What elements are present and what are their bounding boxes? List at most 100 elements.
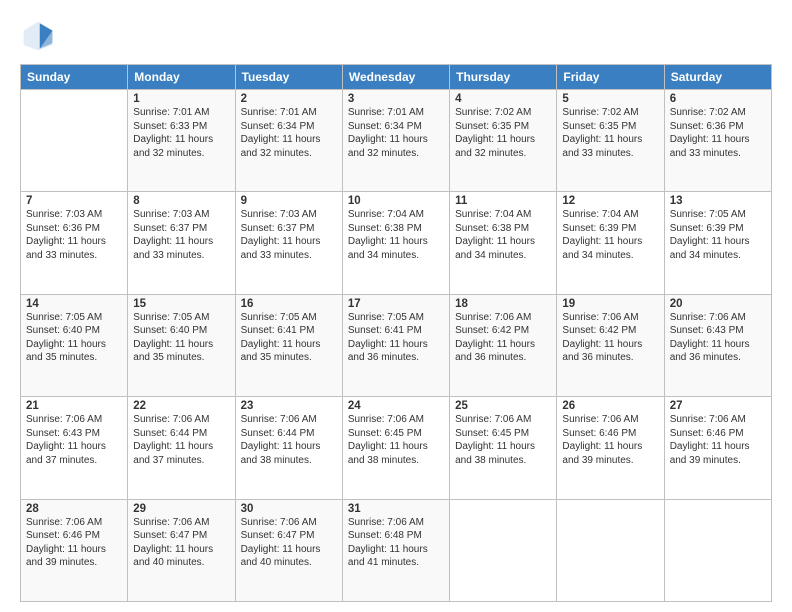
- day-number: 21: [26, 400, 122, 412]
- day-number: 17: [348, 298, 444, 310]
- calendar-day-cell: 14Sunrise: 7:05 AM Sunset: 6:40 PM Dayli…: [21, 294, 128, 396]
- day-info: Sunrise: 7:06 AM Sunset: 6:42 PM Dayligh…: [455, 311, 551, 365]
- day-number: 24: [348, 400, 444, 412]
- calendar-header-row: SundayMondayTuesdayWednesdayThursdayFrid…: [21, 65, 772, 90]
- calendar-day-header: Friday: [557, 65, 664, 90]
- calendar-day-header: Wednesday: [342, 65, 449, 90]
- day-number: 22: [133, 400, 229, 412]
- header: [20, 18, 772, 54]
- day-number: 30: [241, 503, 337, 515]
- day-info: Sunrise: 7:04 AM Sunset: 6:39 PM Dayligh…: [562, 208, 658, 262]
- day-info: Sunrise: 7:05 AM Sunset: 6:40 PM Dayligh…: [133, 311, 229, 365]
- day-number: 27: [670, 400, 766, 412]
- calendar-day-header: Sunday: [21, 65, 128, 90]
- calendar-day-cell: 17Sunrise: 7:05 AM Sunset: 6:41 PM Dayli…: [342, 294, 449, 396]
- calendar-day-cell: 28Sunrise: 7:06 AM Sunset: 6:46 PM Dayli…: [21, 499, 128, 601]
- day-info: Sunrise: 7:06 AM Sunset: 6:48 PM Dayligh…: [348, 516, 444, 570]
- day-number: 29: [133, 503, 229, 515]
- calendar-day-cell: 12Sunrise: 7:04 AM Sunset: 6:39 PM Dayli…: [557, 192, 664, 294]
- calendar-day-cell: 13Sunrise: 7:05 AM Sunset: 6:39 PM Dayli…: [664, 192, 771, 294]
- calendar-day-cell: 21Sunrise: 7:06 AM Sunset: 6:43 PM Dayli…: [21, 397, 128, 499]
- calendar-day-cell: 6Sunrise: 7:02 AM Sunset: 6:36 PM Daylig…: [664, 90, 771, 192]
- day-info: Sunrise: 7:04 AM Sunset: 6:38 PM Dayligh…: [455, 208, 551, 262]
- calendar-day-cell: 5Sunrise: 7:02 AM Sunset: 6:35 PM Daylig…: [557, 90, 664, 192]
- day-info: Sunrise: 7:05 AM Sunset: 6:39 PM Dayligh…: [670, 208, 766, 262]
- calendar-week-row: 14Sunrise: 7:05 AM Sunset: 6:40 PM Dayli…: [21, 294, 772, 396]
- day-number: 9: [241, 195, 337, 207]
- day-info: Sunrise: 7:05 AM Sunset: 6:41 PM Dayligh…: [348, 311, 444, 365]
- day-number: 15: [133, 298, 229, 310]
- day-info: Sunrise: 7:06 AM Sunset: 6:47 PM Dayligh…: [133, 516, 229, 570]
- calendar-day-cell: 9Sunrise: 7:03 AM Sunset: 6:37 PM Daylig…: [235, 192, 342, 294]
- day-number: 25: [455, 400, 551, 412]
- calendar-day-cell: 10Sunrise: 7:04 AM Sunset: 6:38 PM Dayli…: [342, 192, 449, 294]
- day-number: 11: [455, 195, 551, 207]
- calendar-day-header: Monday: [128, 65, 235, 90]
- day-info: Sunrise: 7:02 AM Sunset: 6:35 PM Dayligh…: [562, 106, 658, 160]
- day-info: Sunrise: 7:03 AM Sunset: 6:37 PM Dayligh…: [241, 208, 337, 262]
- calendar-day-cell: 26Sunrise: 7:06 AM Sunset: 6:46 PM Dayli…: [557, 397, 664, 499]
- day-number: 31: [348, 503, 444, 515]
- day-number: 2: [241, 93, 337, 105]
- calendar-day-cell: 1Sunrise: 7:01 AM Sunset: 6:33 PM Daylig…: [128, 90, 235, 192]
- day-info: Sunrise: 7:02 AM Sunset: 6:35 PM Dayligh…: [455, 106, 551, 160]
- day-info: Sunrise: 7:06 AM Sunset: 6:43 PM Dayligh…: [26, 413, 122, 467]
- calendar-day-cell: 7Sunrise: 7:03 AM Sunset: 6:36 PM Daylig…: [21, 192, 128, 294]
- day-info: Sunrise: 7:06 AM Sunset: 6:47 PM Dayligh…: [241, 516, 337, 570]
- day-number: 6: [670, 93, 766, 105]
- calendar-day-header: Saturday: [664, 65, 771, 90]
- calendar-day-cell: 15Sunrise: 7:05 AM Sunset: 6:40 PM Dayli…: [128, 294, 235, 396]
- day-info: Sunrise: 7:05 AM Sunset: 6:40 PM Dayligh…: [26, 311, 122, 365]
- calendar-day-cell: 2Sunrise: 7:01 AM Sunset: 6:34 PM Daylig…: [235, 90, 342, 192]
- day-info: Sunrise: 7:06 AM Sunset: 6:44 PM Dayligh…: [133, 413, 229, 467]
- calendar-day-cell: 4Sunrise: 7:02 AM Sunset: 6:35 PM Daylig…: [450, 90, 557, 192]
- day-number: 23: [241, 400, 337, 412]
- day-number: 5: [562, 93, 658, 105]
- day-info: Sunrise: 7:06 AM Sunset: 6:45 PM Dayligh…: [348, 413, 444, 467]
- calendar-day-cell: 11Sunrise: 7:04 AM Sunset: 6:38 PM Dayli…: [450, 192, 557, 294]
- calendar-week-row: 7Sunrise: 7:03 AM Sunset: 6:36 PM Daylig…: [21, 192, 772, 294]
- day-number: 7: [26, 195, 122, 207]
- calendar-day-cell: 27Sunrise: 7:06 AM Sunset: 6:46 PM Dayli…: [664, 397, 771, 499]
- day-number: 12: [562, 195, 658, 207]
- day-info: Sunrise: 7:06 AM Sunset: 6:46 PM Dayligh…: [670, 413, 766, 467]
- day-number: 1: [133, 93, 229, 105]
- day-info: Sunrise: 7:01 AM Sunset: 6:34 PM Dayligh…: [241, 106, 337, 160]
- day-info: Sunrise: 7:04 AM Sunset: 6:38 PM Dayligh…: [348, 208, 444, 262]
- logo-icon: [20, 18, 56, 54]
- day-info: Sunrise: 7:06 AM Sunset: 6:46 PM Dayligh…: [26, 516, 122, 570]
- calendar-day-cell: 20Sunrise: 7:06 AM Sunset: 6:43 PM Dayli…: [664, 294, 771, 396]
- calendar-day-cell: 8Sunrise: 7:03 AM Sunset: 6:37 PM Daylig…: [128, 192, 235, 294]
- calendar-table: SundayMondayTuesdayWednesdayThursdayFrid…: [20, 64, 772, 602]
- calendar-day-cell: [450, 499, 557, 601]
- day-info: Sunrise: 7:05 AM Sunset: 6:41 PM Dayligh…: [241, 311, 337, 365]
- day-number: 13: [670, 195, 766, 207]
- day-number: 19: [562, 298, 658, 310]
- day-number: 16: [241, 298, 337, 310]
- page: SundayMondayTuesdayWednesdayThursdayFrid…: [0, 0, 792, 612]
- day-number: 14: [26, 298, 122, 310]
- calendar-day-cell: [664, 499, 771, 601]
- calendar-week-row: 28Sunrise: 7:06 AM Sunset: 6:46 PM Dayli…: [21, 499, 772, 601]
- day-number: 28: [26, 503, 122, 515]
- day-number: 8: [133, 195, 229, 207]
- calendar-day-cell: 30Sunrise: 7:06 AM Sunset: 6:47 PM Dayli…: [235, 499, 342, 601]
- calendar-day-cell: 16Sunrise: 7:05 AM Sunset: 6:41 PM Dayli…: [235, 294, 342, 396]
- calendar-day-cell: 24Sunrise: 7:06 AM Sunset: 6:45 PM Dayli…: [342, 397, 449, 499]
- calendar-day-cell: 29Sunrise: 7:06 AM Sunset: 6:47 PM Dayli…: [128, 499, 235, 601]
- day-number: 4: [455, 93, 551, 105]
- day-number: 3: [348, 93, 444, 105]
- calendar-day-cell: 31Sunrise: 7:06 AM Sunset: 6:48 PM Dayli…: [342, 499, 449, 601]
- day-info: Sunrise: 7:01 AM Sunset: 6:33 PM Dayligh…: [133, 106, 229, 160]
- day-info: Sunrise: 7:03 AM Sunset: 6:36 PM Dayligh…: [26, 208, 122, 262]
- calendar-day-header: Thursday: [450, 65, 557, 90]
- calendar-day-cell: [557, 499, 664, 601]
- calendar-week-row: 1Sunrise: 7:01 AM Sunset: 6:33 PM Daylig…: [21, 90, 772, 192]
- day-info: Sunrise: 7:01 AM Sunset: 6:34 PM Dayligh…: [348, 106, 444, 160]
- day-info: Sunrise: 7:03 AM Sunset: 6:37 PM Dayligh…: [133, 208, 229, 262]
- day-info: Sunrise: 7:06 AM Sunset: 6:46 PM Dayligh…: [562, 413, 658, 467]
- day-number: 26: [562, 400, 658, 412]
- day-number: 18: [455, 298, 551, 310]
- calendar-day-cell: 19Sunrise: 7:06 AM Sunset: 6:42 PM Dayli…: [557, 294, 664, 396]
- calendar-day-cell: 22Sunrise: 7:06 AM Sunset: 6:44 PM Dayli…: [128, 397, 235, 499]
